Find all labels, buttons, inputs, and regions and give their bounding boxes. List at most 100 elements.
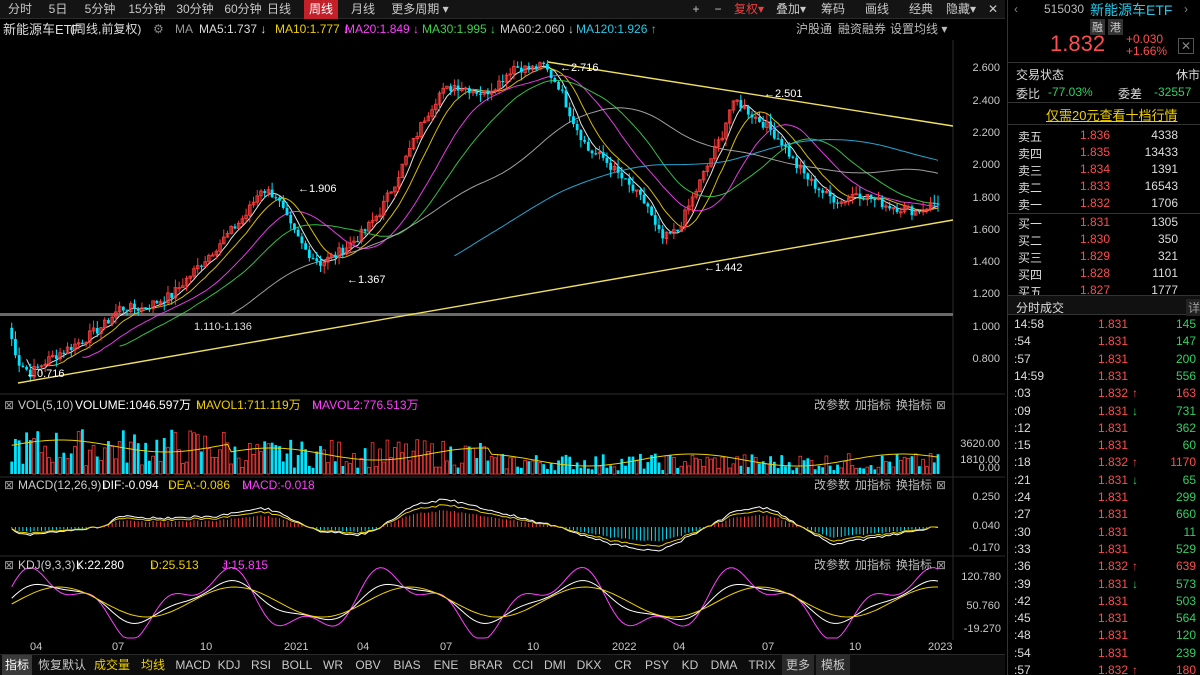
mavol2-value: MAVOL2:776.513万 ↑: [312, 398, 419, 412]
volume-edit-params[interactable]: 改参数: [814, 397, 850, 414]
volume-bar: [646, 462, 650, 474]
ticks-list[interactable]: 14:58 1.831 145:54 1.831 147:57 1.831 200 14:59…: [1008, 317, 1200, 675]
period-tab-60min[interactable]: 60分钟: [220, 0, 266, 19]
close-icon[interactable]: ⊠: [936, 397, 946, 414]
close-icon[interactable]: ✕: [984, 0, 1002, 19]
indicator-tab-21[interactable]: 更多: [782, 655, 814, 675]
period-tab-fenshi[interactable]: 分时: [2, 0, 38, 19]
indicator-tab-14[interactable]: DMI: [540, 655, 570, 675]
candle-body: [363, 229, 367, 232]
low-marker-0716: ←0.716: [26, 368, 65, 380]
volume-bar: [698, 459, 702, 475]
bid-row[interactable]: 买二 1.830 350: [1008, 232, 1200, 249]
draw-line-button[interactable]: 画线: [862, 0, 892, 19]
indicator-tab-3[interactable]: 均线: [134, 655, 172, 675]
indicator-tab-17[interactable]: PSY: [640, 655, 674, 675]
zoom-out-button[interactable]: −: [708, 0, 728, 19]
macd-edit-params[interactable]: 改参数: [814, 477, 850, 494]
kdj-edit-params[interactable]: 改参数: [814, 557, 850, 574]
period-tab-monthly[interactable]: 月线: [346, 0, 380, 19]
candle-body: [144, 307, 148, 310]
hide-dropdown[interactable]: 隐藏▾: [942, 0, 980, 19]
indicator-tab-7[interactable]: BOLL: [278, 655, 316, 675]
indicator-tab-18[interactable]: KD: [676, 655, 704, 675]
indicator-tab-9[interactable]: OBV: [350, 655, 386, 675]
hk-connect-link[interactable]: 沪股通: [796, 19, 832, 40]
indicator-tab-20[interactable]: TRIX: [744, 655, 780, 675]
close-icon[interactable]: ⊠: [936, 477, 946, 494]
bid-row[interactable]: 买四 1.828 1101: [1008, 266, 1200, 283]
indicator-tab-13[interactable]: CCI: [508, 655, 538, 675]
overlay-dropdown[interactable]: 叠加▾: [774, 0, 808, 19]
tick-row: :03 1.832 ↑ 163: [1008, 386, 1200, 403]
kdj-add-indicator[interactable]: 加指标: [855, 557, 891, 574]
indicator-tab-10[interactable]: BIAS: [388, 655, 426, 675]
settings-gear-icon[interactable]: ⚙: [153, 19, 164, 40]
volume-switch-indicator[interactable]: 换指标: [896, 397, 932, 414]
order-level-label: 卖二: [1018, 181, 1043, 195]
indicator-tab-12[interactable]: BRAR: [466, 655, 506, 675]
indicator-tab-1[interactable]: 恢复默认: [34, 655, 90, 675]
expand-icon[interactable]: ‹: [1014, 2, 1018, 16]
volume-bar: [795, 467, 799, 474]
indicator-tab-8[interactable]: WR: [318, 655, 348, 675]
indicator-tab-22[interactable]: 模板: [816, 655, 850, 675]
volume-bar: [251, 453, 256, 475]
chips-button[interactable]: 筹码: [818, 0, 848, 19]
close-icon[interactable]: ✕: [1178, 38, 1194, 54]
ticks-detail-button[interactable]: 详: [1186, 299, 1200, 316]
period-tab-30min[interactable]: 30分钟: [172, 0, 218, 19]
ask-row[interactable]: 卖五 1.836 4338: [1008, 128, 1200, 145]
ask-row[interactable]: 卖一 1.832 1706: [1008, 196, 1200, 213]
classic-button[interactable]: 经典: [906, 0, 936, 19]
indicator-tab-15[interactable]: DKX: [572, 655, 606, 675]
period-tab-daily[interactable]: 日线: [262, 0, 296, 19]
close-icon[interactable]: ⊠: [936, 557, 946, 574]
period-tab-15min[interactable]: 15分钟: [124, 0, 170, 19]
promo-link[interactable]: 仅需20元查看十档行情: [1046, 105, 1177, 124]
tick-row: :57 1.832 ↑ 180: [1008, 663, 1200, 675]
order-price: 1.828: [1080, 266, 1111, 280]
zoom-in-button[interactable]: +: [686, 0, 706, 19]
fuquan-dropdown[interactable]: 复权▾: [730, 0, 768, 19]
margin-trading-link[interactable]: 融资融券: [838, 19, 886, 40]
indicator-tab-0[interactable]: 指标: [2, 655, 32, 675]
d-value: D:25.513 ↓: [150, 558, 199, 572]
ask-row[interactable]: 卖二 1.833 16543: [1008, 179, 1200, 196]
indicator-tab-5[interactable]: KDJ: [214, 655, 244, 675]
volume-add-indicator[interactable]: 加指标: [855, 397, 891, 414]
kdj-switch-indicator[interactable]: 换指标: [896, 557, 932, 574]
more-periods-dropdown[interactable]: 更多周期 ▾: [388, 0, 452, 19]
ma10-text: MA10:1.777: [275, 22, 340, 36]
macd-switch-indicator[interactable]: 换指标: [896, 477, 932, 494]
period-tab-5day[interactable]: 5日: [40, 0, 76, 19]
macd-settings-icon[interactable]: ⊠: [4, 477, 14, 494]
candle-body: [780, 139, 784, 146]
volume-settings-icon[interactable]: ⊠: [4, 397, 14, 414]
dif-value: DIF:-0.094 ↓: [102, 478, 159, 492]
period-tab-weekly[interactable]: 周线: [304, 0, 338, 19]
more-icon[interactable]: ›: [1184, 2, 1188, 16]
candle-body: [631, 184, 635, 191]
ask-row[interactable]: 卖四 1.835 13433: [1008, 145, 1200, 162]
indicator-tab-4[interactable]: MACD: [174, 655, 212, 675]
volume-bar: [348, 463, 353, 475]
kdj-settings-icon[interactable]: ⊠: [4, 557, 14, 574]
ask-row[interactable]: 卖三 1.834 1391: [1008, 162, 1200, 179]
set-ma-link[interactable]: 设置均线 ▾: [890, 19, 947, 40]
bid-row[interactable]: 买一 1.831 1305: [1008, 215, 1200, 232]
j-value: J:15.815 ↑: [222, 558, 269, 572]
indicator-tab-6[interactable]: RSI: [246, 655, 276, 675]
bid-row[interactable]: 买三 1.829 321: [1008, 249, 1200, 266]
macd-add-indicator[interactable]: 加指标: [855, 477, 891, 494]
indicator-tab-2[interactable]: 成交量: [92, 655, 132, 675]
volume-bar: [400, 452, 405, 475]
candle-body: [519, 67, 523, 73]
indicator-tab-16[interactable]: CR: [608, 655, 638, 675]
volume-bar: [54, 432, 58, 474]
indicator-tab-11[interactable]: ENE: [428, 655, 464, 675]
period-tab-5min[interactable]: 5分钟: [78, 0, 122, 19]
indicator-tab-19[interactable]: DMA: [706, 655, 742, 675]
volume-bar: [32, 438, 36, 475]
vol-axis-top: 3620.00: [960, 438, 1000, 450]
